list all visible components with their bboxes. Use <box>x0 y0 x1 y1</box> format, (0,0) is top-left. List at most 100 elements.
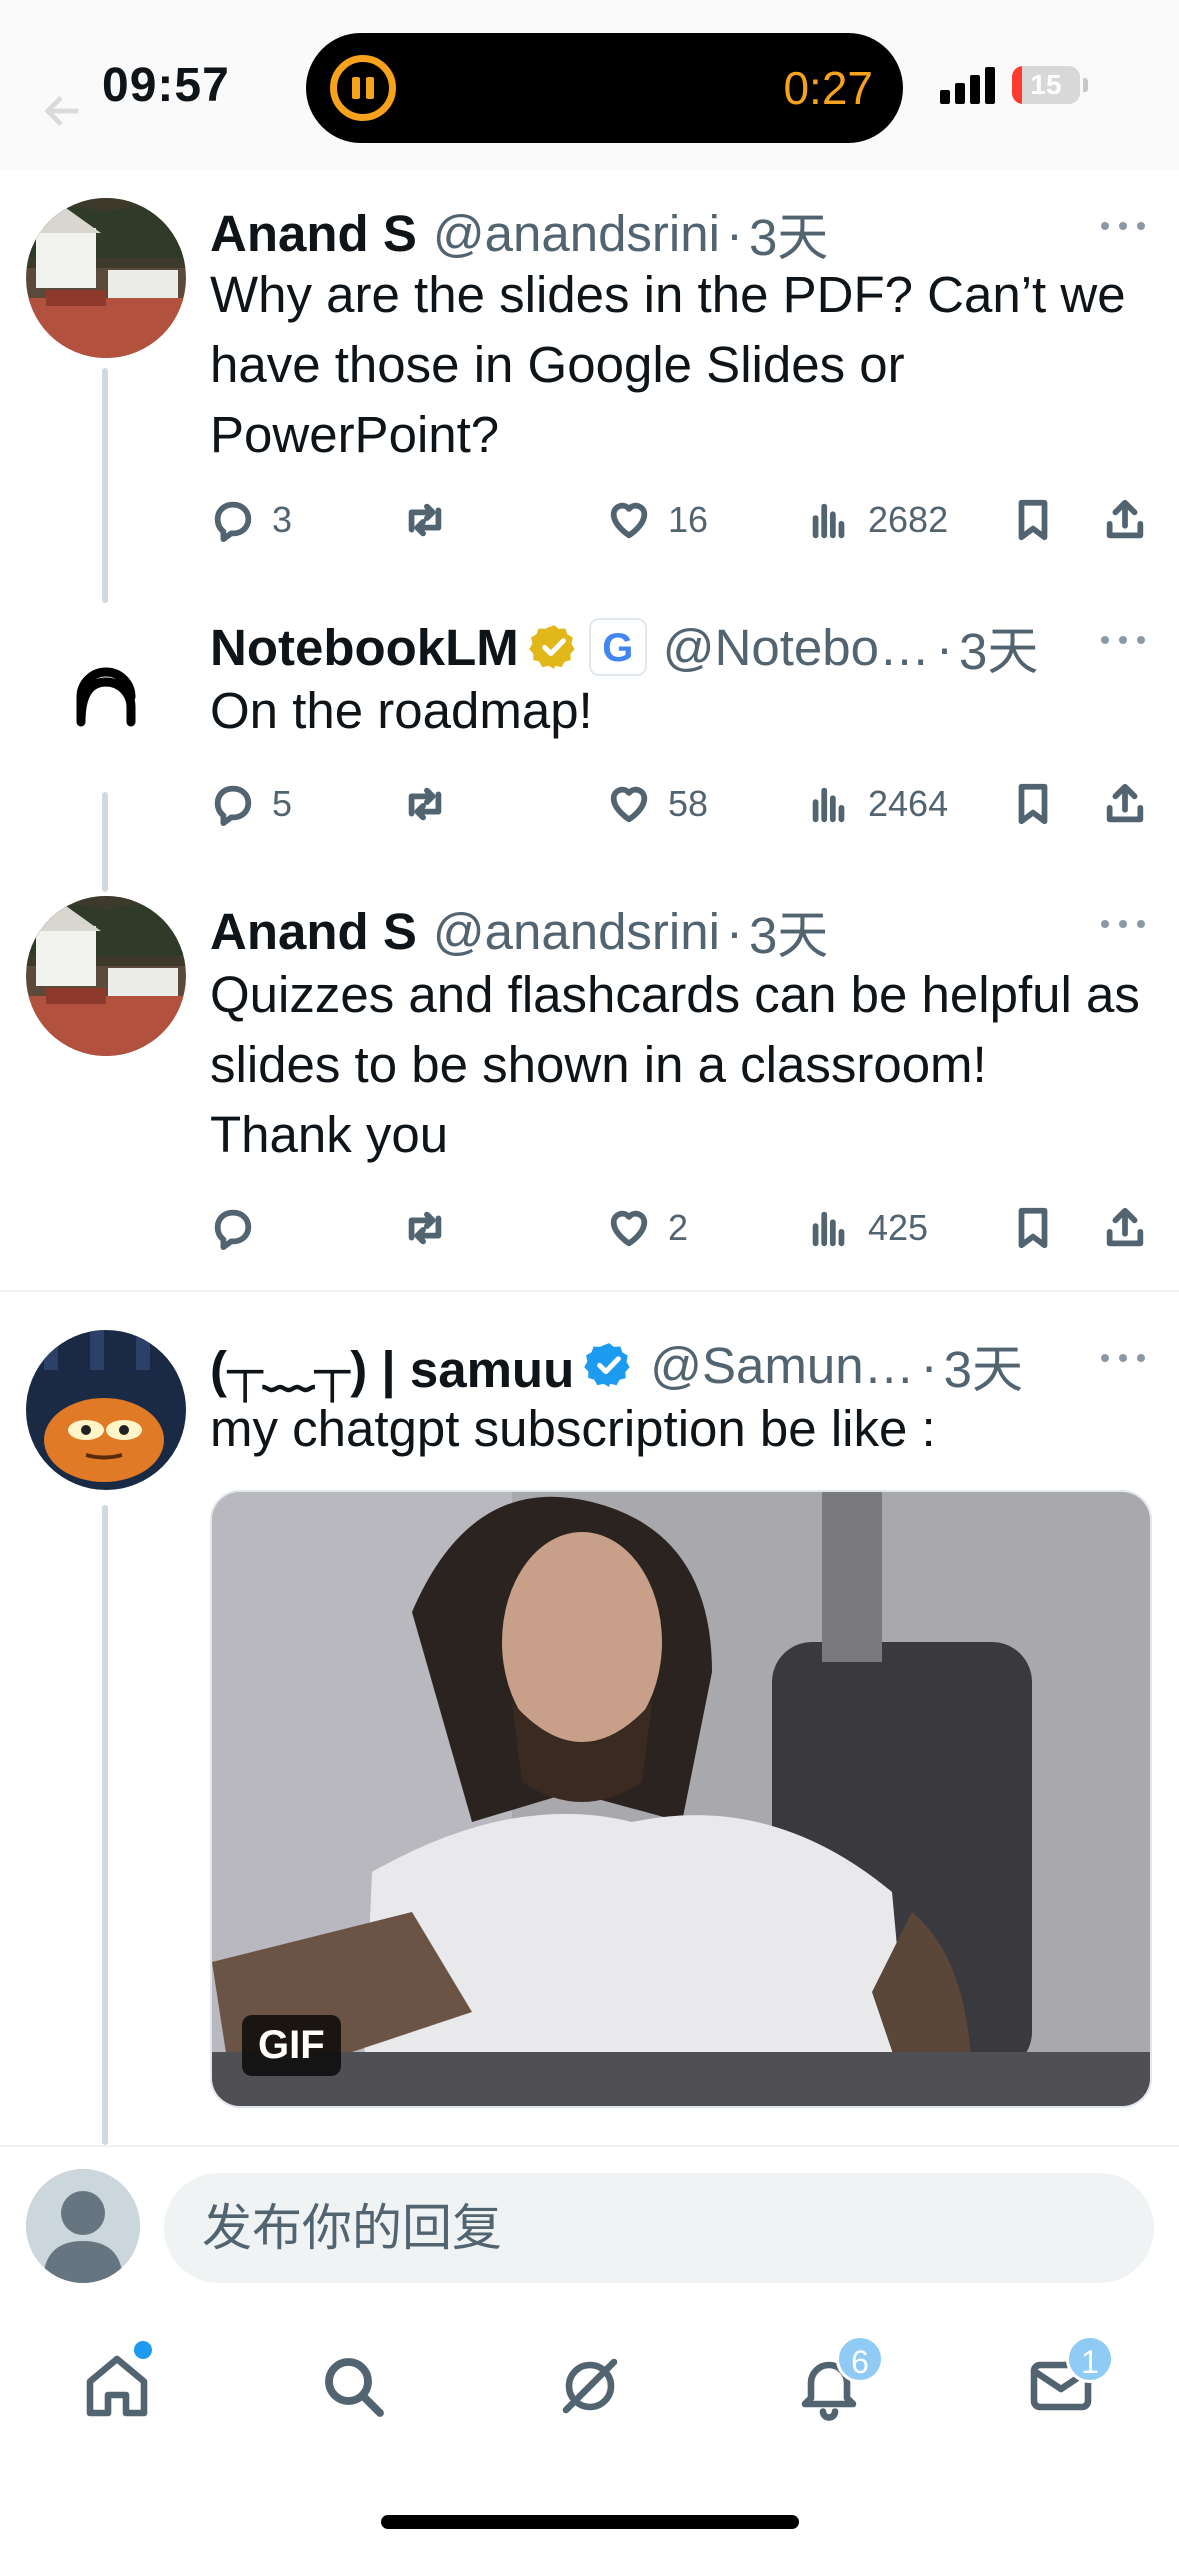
view-count: 2682 <box>868 499 949 540</box>
clock: 09:57 <box>102 59 230 112</box>
tweet-header: NotebookLM G @Notebo… · 3天 <box>210 612 1139 682</box>
retweet-icon <box>408 787 442 821</box>
more-options-icon[interactable] <box>1101 630 1145 650</box>
view-count: 2464 <box>868 783 949 824</box>
retweet-icon <box>408 1211 442 1245</box>
user-handle[interactable]: @anandsrini <box>433 902 720 961</box>
tweet-header: (┬﹏┬) | samuu @Samun… · 3天 <box>210 1330 1139 1400</box>
user-handle[interactable]: @Notebo… <box>663 618 930 677</box>
reply-icon <box>214 785 252 827</box>
reply-icon <box>214 501 252 543</box>
more-options-icon[interactable] <box>1101 216 1145 236</box>
views-chart-icon <box>812 503 845 539</box>
display-name[interactable]: Anand S <box>210 204 417 263</box>
separator-dot: · <box>725 902 743 960</box>
share-button[interactable] <box>1102 492 1148 548</box>
bookmark-icon <box>1018 1207 1048 1249</box>
battery-level: 15 <box>1030 69 1062 100</box>
share-icon <box>1106 1207 1144 1247</box>
avatar[interactable] <box>26 1330 186 1490</box>
tweet-age: 3天 <box>943 1341 1023 1398</box>
separator-dot: · <box>725 204 743 262</box>
tweet-header: Anand S @anandsrini · 3天 <box>210 198 1139 268</box>
cellular-signal-icon <box>940 66 995 104</box>
grok-icon <box>562 2358 618 2414</box>
share-icon <box>1106 499 1144 539</box>
battery-icon: 15 <box>1012 66 1080 104</box>
user-handle[interactable]: @anandsrini <box>433 204 720 263</box>
tab-home[interactable] <box>72 2341 162 2431</box>
heart-icon <box>610 1210 648 1247</box>
home-icon <box>86 2355 148 2417</box>
messages-count-badge: 1 <box>1066 2335 1114 2383</box>
thread-line <box>102 1505 108 2145</box>
reply-count: 3 <box>272 499 293 540</box>
views-chart-icon <box>812 1211 845 1247</box>
views-button[interactable]: 2464 <box>806 776 948 832</box>
heart-icon <box>610 786 648 823</box>
bookmark-button[interactable] <box>1010 1200 1056 1256</box>
current-user-avatar[interactable] <box>26 2169 140 2283</box>
heart-icon <box>610 502 648 539</box>
tweet-text: Quizzes and flashcards can be helpful as… <box>210 966 1140 1163</box>
tweet-actions: 2 425 <box>210 1200 1155 1256</box>
tab-grok[interactable] <box>545 2341 635 2431</box>
tweet-age: 3天 <box>748 907 829 964</box>
back-arrow-icon[interactable] <box>40 88 86 134</box>
tweet-text: my chatgpt subscription be like : <box>210 1400 936 1457</box>
tab-messages[interactable]: 1 <box>1016 2335 1114 2431</box>
tweet-header: Anand S @anandsrini · 3天 <box>210 896 1139 966</box>
share-button[interactable] <box>1102 776 1148 832</box>
views-chart-icon <box>812 787 845 823</box>
reply-button[interactable]: 5 <box>210 776 292 832</box>
display-name[interactable]: (┬﹏┬) | samuu <box>210 1328 574 1402</box>
share-button[interactable] <box>1102 1200 1148 1256</box>
reply-input[interactable]: 发布你的回复 <box>164 2173 1154 2283</box>
separator-dot: · <box>920 1336 938 1394</box>
retweet-button[interactable] <box>402 492 464 548</box>
tweet[interactable]: Anand S @anandsrini · 3天 Why are the sli… <box>0 198 1179 603</box>
home-unread-dot <box>134 2341 152 2359</box>
google-g-icon: G <box>602 626 634 670</box>
bookmark-button[interactable] <box>1010 776 1056 832</box>
verified-org-badge-icon <box>529 625 575 669</box>
tab-search[interactable] <box>308 2341 398 2431</box>
user-handle[interactable]: @Samun… <box>650 1336 914 1395</box>
more-options-icon[interactable] <box>1101 914 1145 934</box>
retweet-button[interactable] <box>402 776 464 832</box>
gif-media[interactable]: GIF <box>210 1490 1152 2108</box>
more-options-icon[interactable] <box>1101 1348 1145 1368</box>
bookmark-button[interactable] <box>1010 492 1056 548</box>
thread-line <box>102 368 108 603</box>
tweet-age: 3天 <box>748 209 829 266</box>
like-button[interactable]: 16 <box>606 492 708 548</box>
google-affiliate-badge[interactable]: G <box>588 618 647 676</box>
avatar[interactable] <box>26 896 186 1056</box>
search-icon <box>325 2358 384 2417</box>
gif-badge: GIF <box>242 2015 341 2076</box>
home-indicator <box>381 2515 799 2529</box>
divider <box>0 1290 1179 1292</box>
like-button[interactable]: 58 <box>606 776 708 832</box>
tweet-actions: 3 16 2682 <box>210 492 1155 548</box>
view-count: 425 <box>868 1207 929 1248</box>
avatar[interactable] <box>26 198 186 358</box>
tweet-age: 3天 <box>959 623 1039 680</box>
display-name[interactable]: NotebookLM <box>210 618 519 677</box>
dynamic-island[interactable]: 0:27 <box>306 33 903 143</box>
tab-notifications[interactable]: 6 <box>784 2335 884 2431</box>
battery-tip <box>1083 78 1088 92</box>
reply-button[interactable] <box>210 1200 272 1256</box>
status-bar: 09:57 0:27 15 <box>0 0 1179 170</box>
views-button[interactable]: 2682 <box>806 492 948 548</box>
tweet[interactable]: Anand S @anandsrini · 3天 Quizzes and fla… <box>0 896 1179 1286</box>
like-button[interactable]: 2 <box>606 1200 688 1256</box>
views-button[interactable]: 425 <box>806 1200 928 1256</box>
tweet[interactable]: NotebookLM G @Notebo… · 3天 On the roadma… <box>0 612 1179 892</box>
retweet-button[interactable] <box>402 1200 464 1256</box>
reply-button[interactable]: 3 <box>210 492 292 548</box>
tweet-actions: 5 58 2464 <box>210 776 1155 832</box>
avatar[interactable] <box>26 612 186 772</box>
display-name[interactable]: Anand S <box>210 902 417 961</box>
thread-line <box>102 792 108 892</box>
